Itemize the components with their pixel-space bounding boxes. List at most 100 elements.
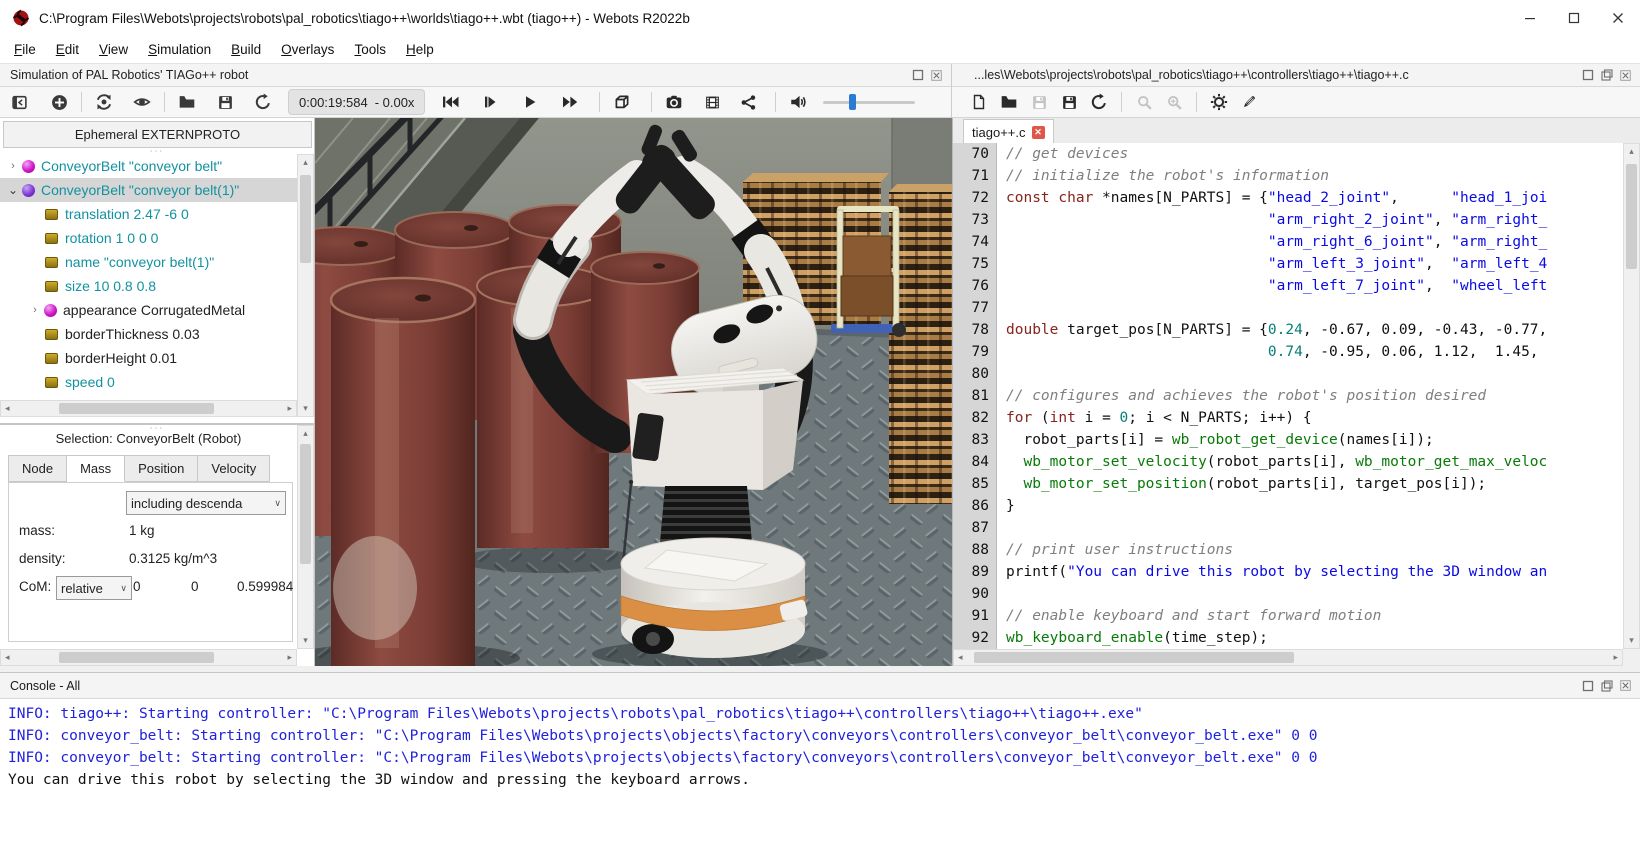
pen-icon[interactable] xyxy=(1234,89,1264,115)
dock-window-icon[interactable] xyxy=(1600,679,1613,692)
window-title: C:\Program Files\Webots\projects\robots\… xyxy=(39,10,690,26)
step-icon[interactable] xyxy=(475,89,505,115)
window-controls xyxy=(1508,0,1640,36)
menu-simulation[interactable]: Simulation xyxy=(138,38,221,61)
field-vscrollbar[interactable]: ▴ ▾ xyxy=(297,425,314,649)
descendants-dropdown[interactable]: including descenda ∨ xyxy=(126,491,286,515)
settings-gear-icon[interactable] xyxy=(1204,89,1234,115)
menu-view[interactable]: View xyxy=(89,38,138,61)
tree-row[interactable]: translation 2.47 -6 0 xyxy=(0,202,297,226)
rewind-icon[interactable] xyxy=(435,89,465,115)
tree-row[interactable]: name "conveyor belt(1)" xyxy=(0,250,297,274)
hide-scene-tree-icon[interactable] xyxy=(4,89,34,115)
line-number: 75 xyxy=(953,253,997,275)
play-icon[interactable] xyxy=(515,89,545,115)
find-replace-icon[interactable] xyxy=(1159,89,1189,115)
field-icon xyxy=(45,376,58,388)
view3d-viewport[interactable] xyxy=(315,118,952,666)
editor-vscrollbar[interactable]: ▴ ▾ xyxy=(1623,143,1640,649)
rendering-cube-icon[interactable] xyxy=(607,89,637,115)
menu-build[interactable]: Build xyxy=(221,38,271,61)
save-world-icon[interactable] xyxy=(210,89,240,115)
chevron-down-icon[interactable]: ⌄ xyxy=(6,183,20,197)
menu-edit[interactable]: Edit xyxy=(46,38,89,61)
chevron-right-icon[interactable]: › xyxy=(6,160,20,172)
view3d-dock-header: Simulation of PAL Robotics' TIAGo++ robo… xyxy=(0,64,952,87)
speaker-icon[interactable] xyxy=(783,89,813,115)
tree-label: ConveyorBelt "conveyor belt(1)" xyxy=(41,182,240,198)
volume-slider[interactable] xyxy=(823,92,916,112)
line-number: 86 xyxy=(953,495,997,517)
tree-row[interactable]: › appearance CorrugatedMetal xyxy=(0,298,297,322)
tree-row[interactable]: borderHeight 0.01 xyxy=(0,346,297,370)
tab-mass[interactable]: Mass xyxy=(67,455,126,482)
reload-world-icon[interactable] xyxy=(248,89,278,115)
tree-label: rotation 1 0 0 0 xyxy=(65,230,159,246)
volume-slider-thumb[interactable] xyxy=(849,94,857,110)
line-number: 84 xyxy=(953,451,997,473)
chevron-right-icon[interactable]: › xyxy=(28,304,42,316)
tree-label: speed 0 xyxy=(65,374,115,390)
maximize-icon[interactable] xyxy=(1552,0,1596,36)
node-icon xyxy=(22,183,35,197)
menu-help[interactable]: Help xyxy=(396,38,444,61)
close-panel-icon[interactable] xyxy=(1619,679,1632,692)
console-line: INFO: conveyor_belt: Starting controller… xyxy=(8,728,1318,744)
console-output[interactable]: INFO: tiago++: Starting controller: "C:\… xyxy=(0,700,1640,866)
tab-position[interactable]: Position xyxy=(125,455,199,482)
tab-node[interactable]: Node xyxy=(8,455,68,482)
add-node-icon[interactable] xyxy=(44,89,74,115)
tree-hscrollbar[interactable]: ◂ ▸ xyxy=(0,400,297,417)
find-icon[interactable] xyxy=(1129,89,1159,115)
close-tab-icon[interactable]: ✕ xyxy=(1031,125,1045,139)
close-panel-icon[interactable] xyxy=(930,69,943,82)
editor-toolbar xyxy=(952,87,1640,118)
save-as-file-icon[interactable] xyxy=(1054,89,1084,115)
line-number: 72 xyxy=(953,187,997,209)
close-icon[interactable] xyxy=(1596,0,1640,36)
movie-film-icon[interactable] xyxy=(697,89,727,115)
tree-row[interactable]: rotation 1 0 0 0 xyxy=(0,226,297,250)
ephemeral-externproto-button[interactable]: Ephemeral EXTERNPROTO xyxy=(3,121,312,148)
restore-viewpoint-icon[interactable] xyxy=(89,89,119,115)
minimize-icon[interactable] xyxy=(1508,0,1552,36)
open-file-icon[interactable] xyxy=(994,89,1024,115)
field-icon xyxy=(45,256,58,268)
line-number: 81 xyxy=(953,385,997,407)
line-number: 78 xyxy=(953,319,997,341)
tab-velocity[interactable]: Velocity xyxy=(198,455,271,482)
menu-tools[interactable]: Tools xyxy=(344,38,396,61)
tree-row[interactable]: borderThickness 0.03 xyxy=(0,322,297,346)
new-file-icon[interactable] xyxy=(964,89,994,115)
line-number: 92 xyxy=(953,627,997,649)
tab-tiago-c[interactable]: tiago++.c ✕ xyxy=(963,119,1054,144)
tree-row[interactable]: ⌄ ConveyorBelt "conveyor belt(1)" xyxy=(0,178,297,202)
save-file-icon[interactable] xyxy=(1024,89,1054,115)
share-icon[interactable] xyxy=(733,89,763,115)
menu-file[interactable]: File xyxy=(4,38,46,61)
screenshot-camera-icon[interactable] xyxy=(659,89,689,115)
open-world-icon[interactable] xyxy=(172,89,202,115)
menu-overlays[interactable]: Overlays xyxy=(271,38,344,61)
float-window-icon[interactable] xyxy=(911,69,924,82)
revert-file-icon[interactable] xyxy=(1084,89,1114,115)
fast-forward-icon[interactable] xyxy=(555,89,585,115)
editor-tab-bar: tiago++.c ✕ xyxy=(953,118,1640,144)
editor-hscrollbar[interactable]: ◂ ▸ xyxy=(953,649,1623,666)
tree-vscrollbar[interactable]: ▴ ▾ xyxy=(297,154,314,417)
float-window-icon[interactable] xyxy=(1581,69,1594,82)
field-hscrollbar[interactable]: ◂ ▸ xyxy=(0,649,297,666)
com-mode-dropdown[interactable]: relative ∨ xyxy=(56,576,132,600)
line-number: 76 xyxy=(953,275,997,297)
tree-row[interactable]: › ConveyorBelt "conveyor belt" xyxy=(0,154,297,178)
line-number: 71 xyxy=(953,165,997,187)
code-editor[interactable]: 70// get devices 71// initialize the robo… xyxy=(953,143,1623,649)
tree-label: borderThickness 0.03 xyxy=(65,326,200,342)
dock-window-icon[interactable] xyxy=(1600,69,1613,82)
console-line: INFO: tiago++: Starting controller: "C:\… xyxy=(8,706,1143,722)
tree-row[interactable]: speed 0 xyxy=(0,370,297,394)
float-window-icon[interactable] xyxy=(1581,679,1594,692)
tree-row[interactable]: size 10 0.8 0.8 xyxy=(0,274,297,298)
eye-icon[interactable] xyxy=(127,89,157,115)
close-panel-icon[interactable] xyxy=(1619,69,1632,82)
